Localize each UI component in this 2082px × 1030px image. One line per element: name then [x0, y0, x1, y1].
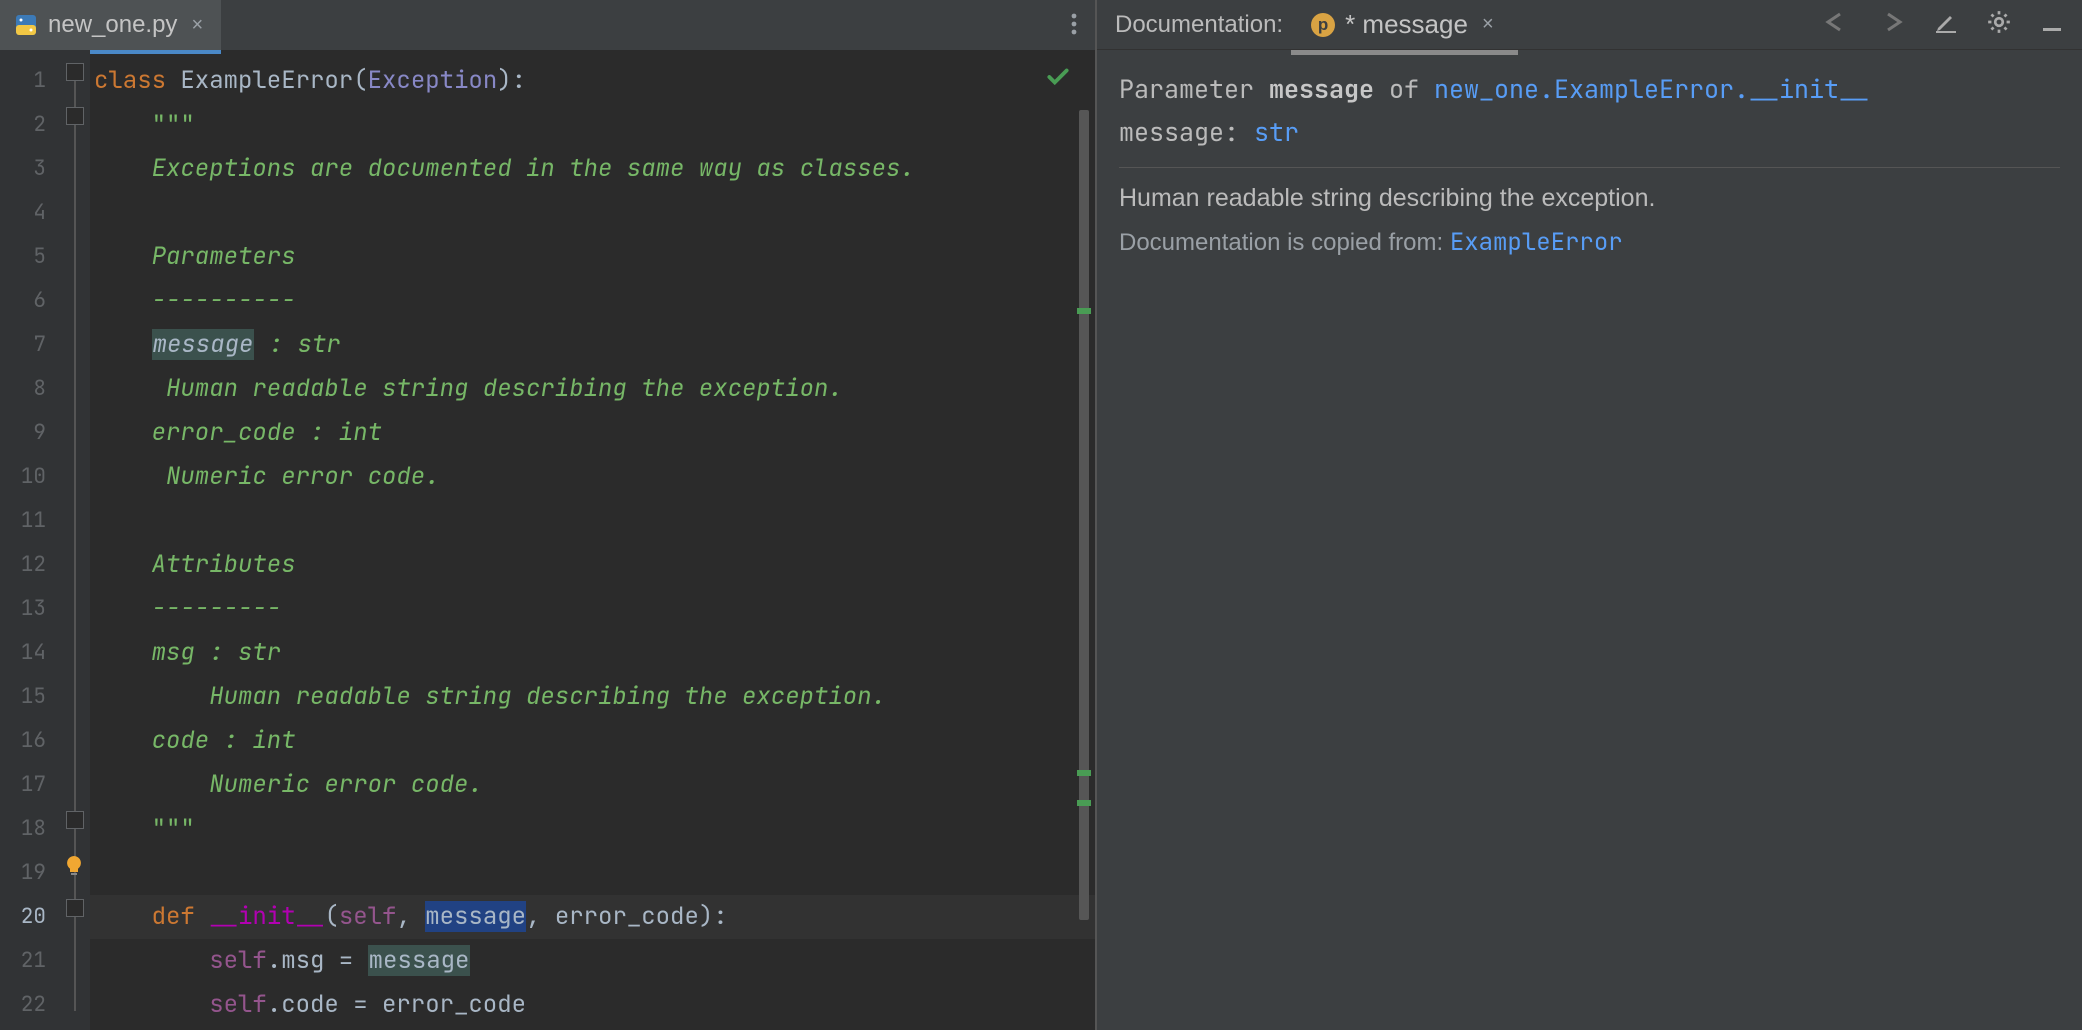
line-number: 5	[0, 235, 60, 279]
code-line[interactable]: Numeric error code.	[90, 455, 1095, 499]
scrollbar-marker[interactable]	[1077, 770, 1091, 776]
line-number: 4	[0, 191, 60, 235]
code-line[interactable]: """	[90, 807, 1095, 851]
line-number-gutter[interactable]: 1 2 3 4 5 6 7 8 9 10 11 12 13 14 15 16 1…	[0, 50, 60, 1030]
doc-header: Documentation: p * message ×	[1097, 0, 2082, 50]
code-line[interactable]: code : int	[90, 719, 1095, 763]
code-line[interactable]: Parameters	[90, 235, 1095, 279]
code-line[interactable]: self.code = error_code	[90, 983, 1095, 1027]
code-area[interactable]: class ExampleError(Exception): """ Excep…	[90, 50, 1095, 1030]
line-number: 6	[0, 279, 60, 323]
parameter-icon: p	[1311, 13, 1335, 37]
line-number: 14	[0, 631, 60, 675]
line-number: 13	[0, 587, 60, 631]
code-line[interactable]: Numeric error code.	[90, 763, 1095, 807]
code-line[interactable]: Exceptions are documented in the same wa…	[90, 147, 1095, 191]
code-line[interactable]: message : str	[90, 323, 1095, 367]
intention-bulb-icon[interactable]	[62, 854, 86, 878]
doc-description: Human readable string describing the exc…	[1119, 184, 2060, 213]
nav-forward-icon[interactable]	[1878, 12, 1906, 37]
doc-signature: Parameter message of new_one.ExampleErro…	[1119, 68, 2060, 168]
line-number: 21	[0, 939, 60, 983]
code-line[interactable]: Human readable string describing the exc…	[90, 675, 1095, 719]
gear-icon[interactable]	[1986, 9, 2012, 40]
line-number: 16	[0, 719, 60, 763]
line-number: 2	[0, 103, 60, 147]
line-number: 17	[0, 763, 60, 807]
line-number: 15	[0, 675, 60, 719]
code-line[interactable]: self.msg = message	[90, 939, 1095, 983]
python-file-icon	[14, 13, 38, 37]
edit-doc-icon[interactable]	[1934, 10, 1958, 39]
scrollbar-marker[interactable]	[1077, 800, 1091, 806]
line-number: 20	[0, 895, 60, 939]
editor-scrollbar[interactable]	[1077, 50, 1091, 1030]
code-line[interactable]: ----------	[90, 279, 1095, 323]
fold-toggle-icon[interactable]	[66, 899, 84, 917]
code-line[interactable]: msg : str	[90, 631, 1095, 675]
line-number: 1	[0, 59, 60, 103]
line-number: 22	[0, 983, 60, 1027]
fold-toggle-icon[interactable]	[66, 63, 84, 81]
doc-header-title: Documentation:	[1115, 11, 1283, 39]
code-line[interactable]: error_code : int	[90, 411, 1095, 455]
fold-toggle-icon[interactable]	[66, 107, 84, 125]
nav-back-icon[interactable]	[1822, 12, 1850, 37]
line-number: 9	[0, 411, 60, 455]
line-number: 3	[0, 147, 60, 191]
fold-gutter[interactable]	[60, 50, 90, 1030]
line-number: 7	[0, 323, 60, 367]
code-line[interactable]: def __init__(self, message, error_code):	[90, 895, 1095, 939]
line-number: 8	[0, 367, 60, 411]
code-line[interactable]	[90, 499, 1095, 543]
scrollbar-thumb[interactable]	[1079, 110, 1089, 920]
doc-tab-underline	[1291, 50, 1518, 55]
close-tab-icon[interactable]: ×	[187, 14, 207, 37]
doc-copied-from: Documentation is copied from: ExampleErr…	[1119, 227, 2060, 258]
documentation-pane: Documentation: p * message ×	[1097, 0, 2082, 1030]
minimize-icon[interactable]	[2040, 10, 2064, 39]
line-number: 12	[0, 543, 60, 587]
line-number: 18	[0, 807, 60, 851]
line-number: 10	[0, 455, 60, 499]
doc-actions	[1822, 9, 2064, 40]
editor-pane: new_one.py × 1 2 3 4 5 6 7 8 9 10 11 12 …	[0, 0, 1095, 1030]
fold-toggle-icon[interactable]	[66, 811, 84, 829]
inspection-ok-icon[interactable]	[1045, 64, 1071, 98]
code-line[interactable]	[90, 851, 1095, 895]
code-line[interactable]	[90, 191, 1095, 235]
code-line[interactable]: Human readable string describing the exc…	[90, 367, 1095, 411]
code-line[interactable]: ---------	[90, 587, 1095, 631]
editor-tab-label: new_one.py	[48, 11, 177, 39]
scrollbar-marker[interactable]	[1077, 308, 1091, 314]
line-number: 11	[0, 499, 60, 543]
doc-tab-label: * message	[1345, 9, 1468, 40]
tab-bar-menu-icon[interactable]	[1071, 12, 1077, 41]
editor-body[interactable]: 1 2 3 4 5 6 7 8 9 10 11 12 13 14 15 16 1…	[0, 50, 1095, 1030]
doc-content: Parameter message of new_one.ExampleErro…	[1097, 50, 2082, 276]
code-line[interactable]: class ExampleError(Exception):	[90, 59, 1095, 103]
doc-copied-link[interactable]: ExampleError	[1450, 227, 1623, 258]
editor-tab-bar: new_one.py ×	[0, 0, 1095, 50]
code-line[interactable]: """	[90, 103, 1095, 147]
line-number: 19	[0, 851, 60, 895]
doc-source-link[interactable]: new_one.ExampleError.__init__	[1434, 72, 1869, 106]
doc-tab-message[interactable]: p * message ×	[1301, 9, 1508, 40]
editor-tab-new-one[interactable]: new_one.py ×	[0, 0, 221, 50]
doc-type-link[interactable]: str	[1254, 115, 1299, 149]
close-doc-tab-icon[interactable]: ×	[1478, 13, 1498, 36]
code-line[interactable]: Attributes	[90, 543, 1095, 587]
